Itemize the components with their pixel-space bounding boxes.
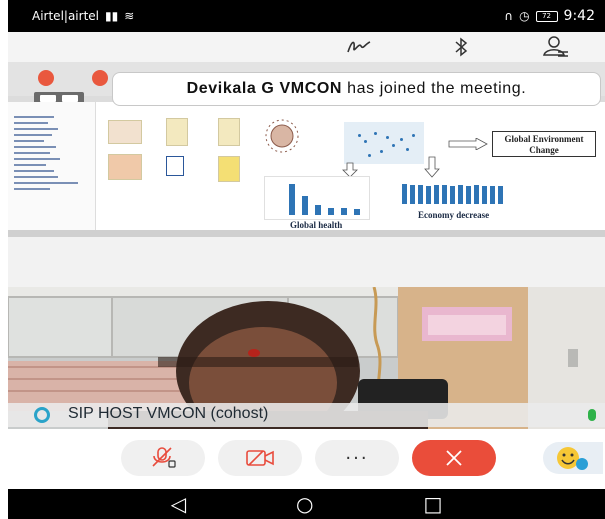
more-options-label: ···: [345, 447, 369, 469]
content-divider: [8, 237, 605, 287]
economy-chart-bar: [482, 186, 487, 204]
virus-illustration: [265, 119, 299, 153]
status-right: ∩ ◷ 72 9:42: [504, 8, 595, 24]
shared-window-statusbar: [8, 230, 605, 237]
health-chart-bar: [341, 208, 347, 215]
global-health-caption: Global health: [290, 220, 343, 230]
participant-name-bar: SIP HOST VMCON (cohost): [8, 403, 605, 427]
economy-chart: [398, 180, 510, 206]
mic-muted-icon: [152, 447, 176, 468]
word-document-icon: [166, 156, 184, 176]
pen-scribble-icon[interactable]: [346, 38, 372, 56]
file-thumbnail: [218, 118, 240, 146]
close-icon: [446, 450, 462, 466]
health-chart: [264, 176, 370, 220]
clock-time: 9:42: [563, 8, 595, 24]
economy-chart-bar: [458, 185, 463, 204]
world-map-image: [344, 122, 424, 164]
status-bar: Airtel|airtel ▮▮ ≋ ∩ ◷ 72 9:42: [8, 0, 605, 32]
file-thumbnail: [108, 120, 142, 144]
health-chart-bar: [289, 184, 295, 215]
economy-chart-bar: [498, 186, 503, 204]
video-toggle-button[interactable]: [218, 440, 302, 476]
join-notification-text: has joined the meeting.: [342, 80, 527, 97]
emoji-icon: [557, 447, 588, 470]
android-navigation-bar: ◁ ○ □: [8, 489, 605, 519]
record-icon: [92, 70, 108, 86]
reactions-button[interactable]: [543, 442, 603, 474]
shared-screen[interactable]: Global Environment Change Global health …: [8, 62, 605, 237]
record-icon: [38, 70, 54, 86]
alarm-icon: ◷: [519, 9, 530, 23]
file-explorer-pane: [8, 102, 96, 230]
health-chart-bar: [328, 208, 334, 215]
economy-chart-bar: [434, 185, 439, 204]
signal-icon: ▮▮: [104, 9, 119, 23]
more-options-button[interactable]: ···: [315, 440, 399, 476]
video-call-screen: Airtel|airtel ▮▮ ≋ ∩ ◷ 72 9:42 Global En…: [0, 0, 605, 519]
back-button[interactable]: ◁: [171, 492, 186, 516]
file-thumbnail: [166, 118, 188, 146]
mic-active-icon: [588, 409, 596, 421]
headphones-icon: ∩: [504, 9, 514, 23]
mute-button[interactable]: [121, 440, 205, 476]
economy-chart-bar: [426, 186, 431, 204]
battery-icon: 72: [535, 10, 558, 22]
economy-chart-bar: [490, 186, 495, 204]
joined-participant-name: Devikala G VMCON: [186, 80, 343, 97]
call-controls: ···: [8, 429, 605, 489]
economy-chart-bar: [418, 185, 423, 204]
economy-chart-bar: [442, 185, 447, 204]
file-thumbnail: [218, 156, 240, 182]
join-notification: Devikala G VMCON has joined the meeting.: [112, 72, 601, 106]
recents-button[interactable]: □: [423, 492, 442, 516]
economy-chart-bar: [410, 185, 415, 204]
file-thumbnail: [108, 154, 142, 180]
carrier-label: Airtel|airtel: [32, 9, 99, 23]
arrow-right-icon: [448, 138, 488, 150]
global-environment-box: Global Environment Change: [492, 131, 596, 157]
home-button[interactable]: ○: [296, 492, 313, 516]
end-call-button[interactable]: [412, 440, 496, 476]
participants-icon[interactable]: [542, 35, 570, 59]
health-chart-bar: [315, 205, 321, 215]
arrow-down-icon: [424, 156, 440, 178]
meeting-toolbar: [8, 32, 605, 62]
health-chart-bar: [354, 209, 360, 215]
economy-chart-bar: [450, 186, 455, 204]
economy-chart-bar: [474, 185, 479, 204]
economy-decrease-caption: Economy decrease: [418, 210, 490, 220]
avatar-icon: [34, 407, 50, 423]
economy-chart-bar: [402, 184, 407, 204]
health-chart-bar: [302, 196, 308, 215]
participant-name: SIP HOST VMCON (cohost): [68, 405, 269, 422]
wifi-icon: ≋: [124, 9, 135, 23]
status-left: Airtel|airtel ▮▮ ≋: [32, 9, 134, 23]
shared-slide: Global Environment Change Global health …: [8, 102, 605, 230]
economy-chart-bar: [466, 186, 471, 204]
bluetooth-icon[interactable]: [454, 37, 468, 57]
video-off-icon: [246, 450, 274, 466]
